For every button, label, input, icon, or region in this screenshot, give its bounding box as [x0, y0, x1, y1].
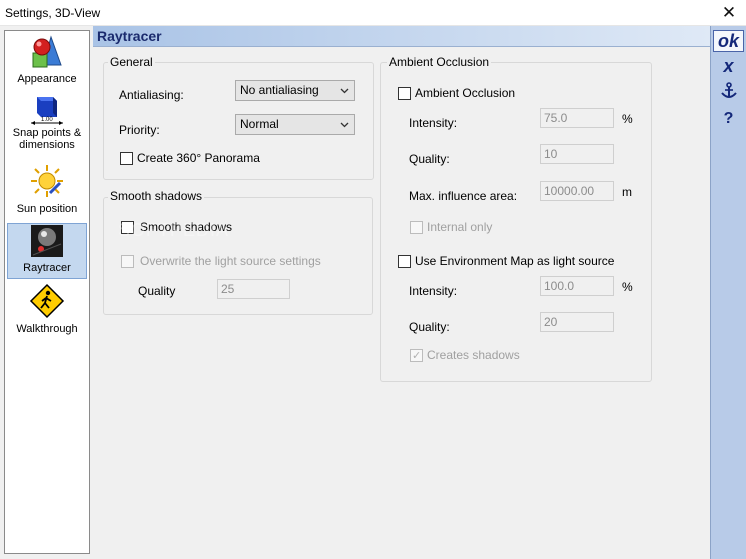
sidebar-item-walkthrough[interactable]: Walkthrough	[7, 283, 87, 339]
sidebar-item-label: Snap points &	[12, 127, 82, 139]
sun-icon	[31, 165, 63, 197]
sidebar-item-label: Raytracer	[23, 262, 71, 274]
ok-button[interactable]: ok	[713, 30, 744, 52]
creates-shadows-checkbox[interactable]: ✓	[410, 349, 423, 362]
env-intensity-unit: %	[622, 280, 633, 294]
antialiasing-value: No antialiasing	[240, 83, 319, 97]
ao-quality-label: Quality:	[409, 152, 450, 166]
sidebar-item-snap-points[interactable]: 1.00 Snap points & dimensions	[7, 93, 87, 155]
ambient-occlusion-checkbox[interactable]	[398, 87, 411, 100]
ao-intensity-unit: %	[622, 112, 633, 126]
antialiasing-select[interactable]: No antialiasing	[235, 80, 355, 101]
checkmark-icon: ✓	[412, 350, 422, 362]
panorama-checkbox[interactable]	[120, 152, 133, 165]
chevron-down-icon	[340, 88, 349, 94]
page-header: Raytracer	[93, 26, 710, 47]
overwrite-light-checkbox[interactable]	[121, 255, 134, 268]
help-button[interactable]: ?	[713, 108, 744, 130]
page-title: Raytracer	[97, 28, 162, 44]
overwrite-light-label: Overwrite the light source settings	[140, 254, 321, 268]
env-quality-label: Quality:	[409, 320, 450, 334]
anchor-icon	[720, 82, 737, 98]
ao-intensity-input[interactable]: 75.0	[540, 108, 614, 128]
sidebar-item-appearance[interactable]: Appearance	[7, 35, 87, 91]
ambient-occlusion-legend: Ambient Occlusion	[387, 55, 492, 69]
appearance-shapes-icon	[32, 35, 62, 68]
env-intensity-label: Intensity:	[409, 284, 458, 298]
sidebar-item-label: Appearance	[17, 73, 77, 85]
sidebar-item-label: Walkthrough	[16, 323, 78, 335]
env-map-checkbox[interactable]	[398, 255, 411, 268]
general-legend: General	[108, 55, 155, 69]
snap-icon-label: 1.00	[41, 117, 53, 123]
env-quality-input[interactable]: 20	[540, 312, 614, 332]
action-bar: ok x ?	[710, 26, 746, 559]
ao-quality-input[interactable]: 10	[540, 144, 614, 164]
priority-select[interactable]: Normal	[235, 114, 355, 135]
priority-value: Normal	[240, 117, 279, 131]
sidebar-item-label-line2: dimensions	[19, 139, 75, 151]
watermark-text: SOFTPEDIA	[118, 220, 230, 240]
max-influence-unit: m	[622, 185, 632, 199]
window-title: Settings, 3D-View	[5, 6, 101, 20]
chevron-down-icon	[340, 122, 349, 128]
snap-cube-icon: 1.00	[31, 97, 63, 125]
max-influence-input[interactable]: 10000.00	[540, 181, 614, 201]
shadow-quality-label: Quality	[138, 284, 176, 298]
max-influence-label: Max. influence area:	[409, 189, 518, 203]
internal-only-checkbox[interactable]	[410, 221, 423, 234]
sidebar-item-sun-position[interactable]: Sun position	[7, 163, 87, 219]
title-bar: Settings, 3D-View ✕	[0, 0, 746, 26]
shadow-quality-input[interactable]: 25	[217, 279, 290, 299]
close-button[interactable]: ✕	[718, 2, 740, 24]
antialiasing-label: Antialiasing:	[119, 88, 184, 102]
sidebar-item-raytracer[interactable]: Raytracer	[7, 223, 87, 279]
anchor-button[interactable]	[713, 80, 744, 102]
internal-only-label: Internal only	[427, 220, 493, 234]
sidebar-item-label: Sun position	[16, 203, 78, 215]
ambient-occlusion-label: Ambient Occlusion	[415, 86, 516, 100]
priority-label: Priority:	[119, 123, 160, 137]
raytracer-icon	[31, 225, 63, 257]
env-intensity-input[interactable]: 100.0	[540, 276, 614, 296]
category-sidebar: Appearance 1.00 Snap points & dimensions…	[4, 30, 90, 554]
smooth-shadows-legend: Smooth shadows	[108, 189, 205, 203]
cancel-button[interactable]: x	[713, 56, 744, 78]
walkthrough-sign-icon	[29, 283, 65, 319]
ao-intensity-label: Intensity:	[409, 116, 458, 130]
panorama-label: Create 360° Panorama	[137, 151, 260, 165]
env-map-label: Use Environment Map as light source	[415, 254, 615, 268]
creates-shadows-label: Creates shadows	[427, 348, 520, 362]
